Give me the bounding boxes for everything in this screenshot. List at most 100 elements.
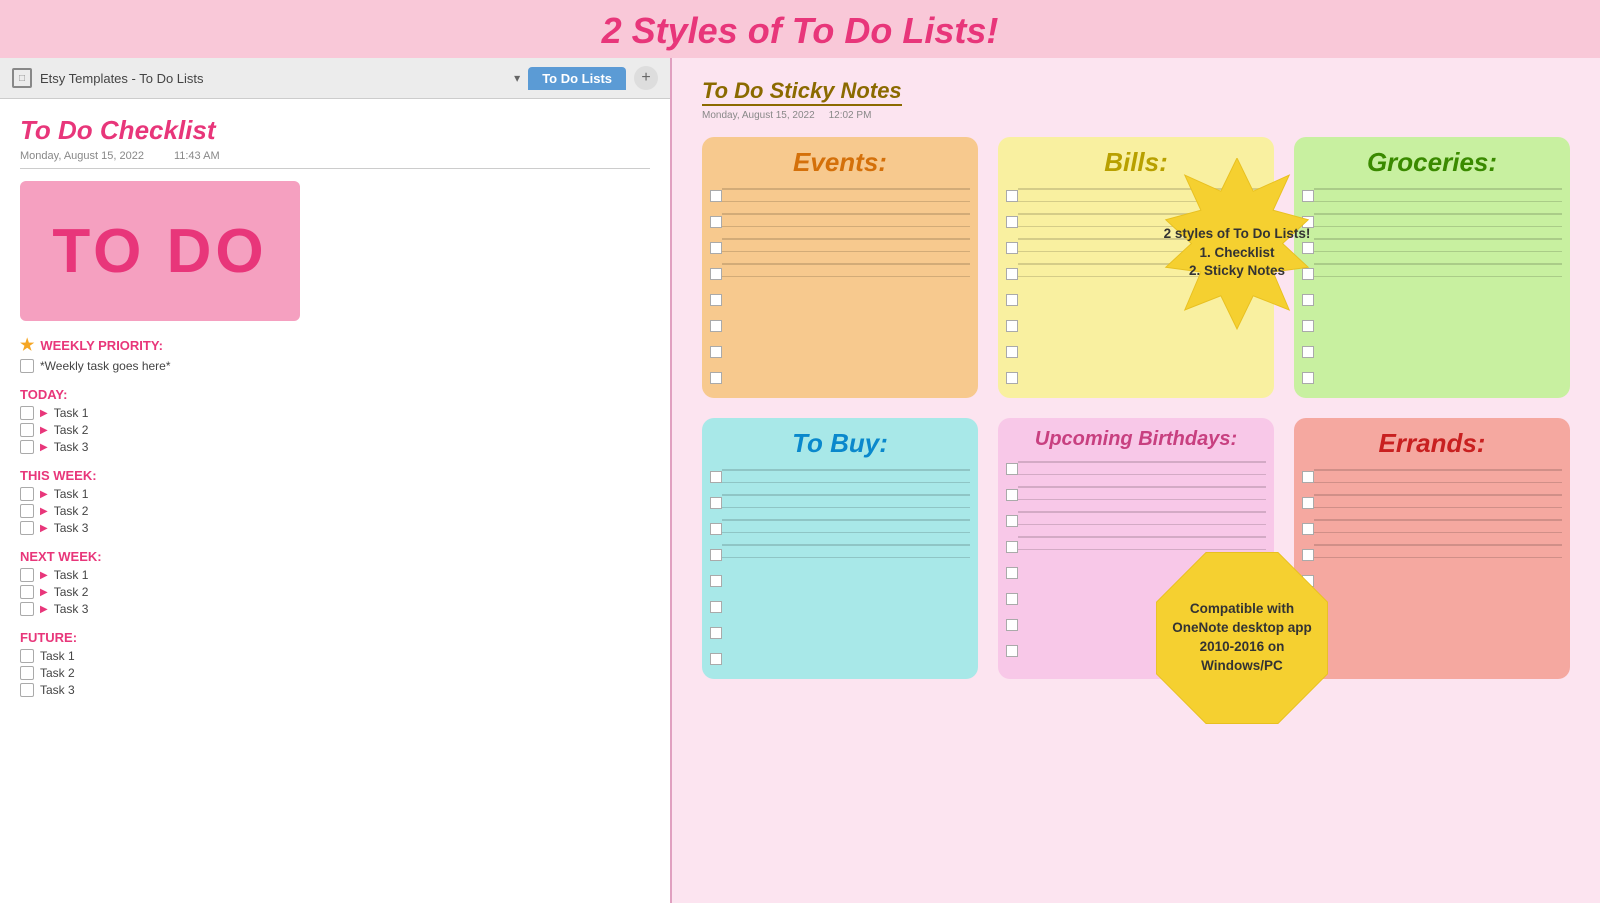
today-task-3-checkbox[interactable]: [20, 440, 34, 454]
today-task-2-checkbox[interactable]: [20, 423, 34, 437]
today-task-2: ▶ Task 2: [20, 423, 650, 437]
arrow-icon: ▶: [40, 587, 48, 598]
tobuy-cb-5[interactable]: [710, 575, 722, 587]
arrow-icon: ▶: [40, 570, 48, 581]
sticky-notes-title: To Do Sticky Notes: [702, 78, 902, 106]
groceries-lines: [1314, 184, 1562, 388]
events-cb-2[interactable]: [710, 216, 722, 228]
future-task-1-checkbox[interactable]: [20, 649, 34, 663]
checklist-date-row: Monday, August 15, 2022 11:43 AM: [20, 150, 650, 169]
sticky-note-events-title: Events:: [710, 147, 970, 178]
todo-hero-image: TO DO: [20, 181, 300, 321]
today-section: TODAY: ▶ Task 1 ▶ Task 2 ▶ Task 3: [20, 387, 650, 454]
this-week-task-3-checkbox[interactable]: [20, 521, 34, 535]
tobuy-cb-4[interactable]: [710, 549, 722, 561]
events-cb-3[interactable]: [710, 242, 722, 254]
checklist-document: To Do Checklist Monday, August 15, 2022 …: [0, 99, 670, 727]
tobuy-cb-2[interactable]: [710, 497, 722, 509]
sticky-time: 12:02 PM: [829, 110, 872, 121]
add-tab-button[interactable]: +: [634, 66, 658, 90]
today-task-1: ▶ Task 1: [20, 406, 650, 420]
errands-cb-2[interactable]: [1302, 497, 1314, 509]
today-task-1-checkbox[interactable]: [20, 406, 34, 420]
groceries-cb-8[interactable]: [1302, 372, 1314, 384]
arrow-icon: ▶: [40, 523, 48, 534]
events-cb-4[interactable]: [710, 268, 722, 280]
birthdays-cb-5[interactable]: [1006, 567, 1018, 579]
arrow-icon: ▶: [40, 408, 48, 419]
this-week-task-2-text: Task 2: [54, 504, 89, 518]
birthdays-cb-2[interactable]: [1006, 489, 1018, 501]
birthdays-cb-7[interactable]: [1006, 619, 1018, 631]
future-section: FUTURE: Task 1 Task 2 Task 3: [20, 630, 650, 697]
arrow-icon: ▶: [40, 506, 48, 517]
right-panel: To Do Sticky Notes Monday, August 15, 20…: [672, 58, 1600, 903]
bills-cb-2[interactable]: [1006, 216, 1018, 228]
events-cb-1[interactable]: [710, 190, 722, 202]
starburst-callout: 2 styles of To Do Lists! 1. Checklist 2.…: [1142, 158, 1332, 348]
future-task-2-checkbox[interactable]: [20, 666, 34, 680]
weekly-priority-label: WEEKLY PRIORITY:: [40, 338, 163, 353]
this-week-task-1-text: Task 1: [54, 487, 89, 501]
top-banner: 2 Styles of To Do Lists!: [0, 0, 1600, 58]
events-cb-8[interactable]: [710, 372, 722, 384]
main-content: □ Etsy Templates - To Do Lists ▾ To Do L…: [0, 58, 1600, 903]
future-task-3-checkbox[interactable]: [20, 683, 34, 697]
bills-cb-5[interactable]: [1006, 294, 1018, 306]
tobuy-cb-7[interactable]: [710, 627, 722, 639]
tobuy-cb-8[interactable]: [710, 653, 722, 665]
active-tab[interactable]: To Do Lists: [528, 67, 626, 90]
next-week-task-1-checkbox[interactable]: [20, 568, 34, 582]
next-week-task-3-checkbox[interactable]: [20, 602, 34, 616]
events-lines: [722, 184, 970, 388]
events-checkboxes: [710, 184, 722, 388]
bills-cb-3[interactable]: [1006, 242, 1018, 254]
today-task-3-text: Task 3: [54, 440, 89, 454]
next-week-task-3-text: Task 3: [54, 602, 89, 616]
future-task-3: Task 3: [20, 683, 650, 697]
birthdays-cb-4[interactable]: [1006, 541, 1018, 553]
events-cb-6[interactable]: [710, 320, 722, 332]
bills-cb-7[interactable]: [1006, 346, 1018, 358]
bills-cb-8[interactable]: [1006, 372, 1018, 384]
future-task-3-text: Task 3: [40, 683, 75, 697]
errands-cb-1[interactable]: [1302, 471, 1314, 483]
star-icon: ★: [20, 335, 34, 355]
bills-checkboxes: [1006, 184, 1018, 388]
bills-cb-6[interactable]: [1006, 320, 1018, 332]
birthdays-cb-6[interactable]: [1006, 593, 1018, 605]
birthdays-cb-3[interactable]: [1006, 515, 1018, 527]
next-week-task-1-text: Task 1: [54, 568, 89, 582]
octagon-callout: Compatible with OneNote desktop app 2010…: [1152, 548, 1332, 728]
dropdown-arrow-icon[interactable]: ▾: [514, 71, 520, 85]
tobuy-cb-6[interactable]: [710, 601, 722, 613]
future-task-1-text: Task 1: [40, 649, 75, 663]
this-week-task-2-checkbox[interactable]: [20, 504, 34, 518]
next-week-task-2: ▶ Task 2: [20, 585, 650, 599]
sticky-notes-date: Monday, August 15, 2022 12:02 PM: [702, 110, 1570, 121]
birthdays-cb-8[interactable]: [1006, 645, 1018, 657]
arrow-icon: ▶: [40, 442, 48, 453]
weekly-task-checkbox[interactable]: [20, 359, 34, 373]
browser-window-title: Etsy Templates - To Do Lists: [40, 71, 506, 86]
arrow-icon: ▶: [40, 604, 48, 615]
weekly-task-text: *Weekly task goes here*: [40, 359, 171, 373]
tobuy-cb-1[interactable]: [710, 471, 722, 483]
errands-cb-3[interactable]: [1302, 523, 1314, 535]
tobuy-cb-3[interactable]: [710, 523, 722, 535]
next-week-task-1: ▶ Task 1: [20, 568, 650, 582]
this-week-task-1-checkbox[interactable]: [20, 487, 34, 501]
sticky-note-tobuy-title: To Buy:: [710, 428, 970, 459]
bills-cb-1[interactable]: [1006, 190, 1018, 202]
next-week-task-2-checkbox[interactable]: [20, 585, 34, 599]
browser-chrome: □ Etsy Templates - To Do Lists ▾ To Do L…: [0, 58, 670, 99]
events-cb-7[interactable]: [710, 346, 722, 358]
events-cb-5[interactable]: [710, 294, 722, 306]
future-task-1: Task 1: [20, 649, 650, 663]
this-week-task-2: ▶ Task 2: [20, 504, 650, 518]
today-header: TODAY:: [20, 387, 650, 402]
sticky-note-errands-title: Errands:: [1302, 428, 1562, 459]
birthdays-cb-1[interactable]: [1006, 463, 1018, 475]
future-task-2-text: Task 2: [40, 666, 75, 680]
bills-cb-4[interactable]: [1006, 268, 1018, 280]
